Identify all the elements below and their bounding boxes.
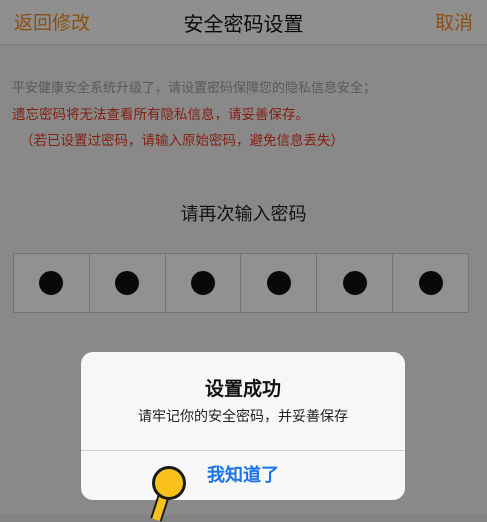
dialog-message: 请牢记你的安全密码，并妥善保存 bbox=[138, 409, 348, 425]
got-it-button[interactable]: 我知道了 bbox=[81, 451, 405, 500]
success-dialog: 设置成功 请牢记你的安全密码，并妥善保存 我知道了 bbox=[81, 352, 405, 500]
tap-indicator-icon bbox=[152, 466, 186, 500]
dialog-title: 设置成功 bbox=[204, 378, 281, 400]
